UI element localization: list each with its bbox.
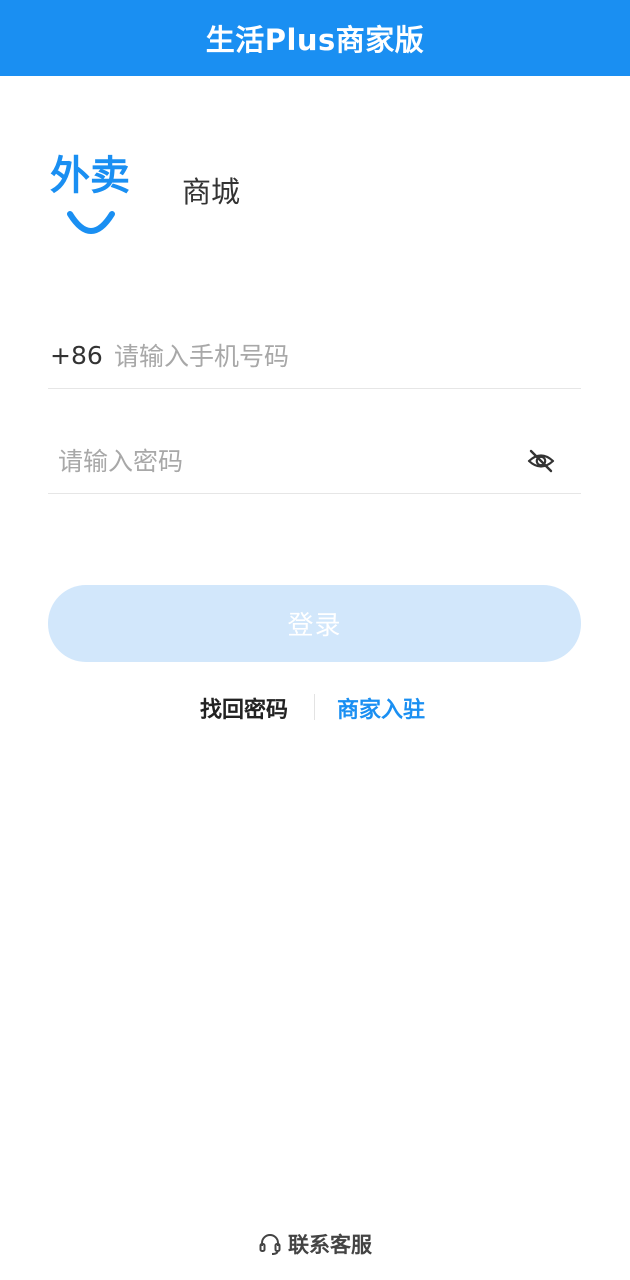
recover-password-link[interactable]: 找回密码 <box>200 692 288 724</box>
contact-support-label: 联系客服 <box>288 1233 372 1257</box>
auth-links: 找回密码 商家入驻 <box>0 688 630 728</box>
password-field <box>48 429 581 494</box>
contact-support-button[interactable]: 联系客服 <box>0 1228 630 1260</box>
link-divider <box>314 694 315 720</box>
merchant-register-link[interactable]: 商家入驻 <box>337 692 425 724</box>
tab-shangcheng[interactable]: 商城 <box>182 172 240 212</box>
page-title: 生活Plus商家版 <box>205 23 425 57</box>
login-type-tabs: 外卖 商城 <box>48 148 348 248</box>
headset-icon <box>259 1234 281 1255</box>
eye-off-icon[interactable] <box>527 449 555 473</box>
active-tab-indicator-icon <box>67 211 115 234</box>
country-code[interactable]: +86 <box>50 338 103 374</box>
phone-field: +86 <box>48 324 581 389</box>
login-button[interactable]: 登录 <box>48 585 581 662</box>
app-header: 生活Plus商家版 <box>0 0 630 76</box>
tab-waimai-label: 外卖 <box>50 153 130 199</box>
tab-waimai[interactable]: 外卖 <box>48 148 140 244</box>
password-input[interactable] <box>58 439 498 483</box>
phone-input[interactable] <box>114 334 554 378</box>
